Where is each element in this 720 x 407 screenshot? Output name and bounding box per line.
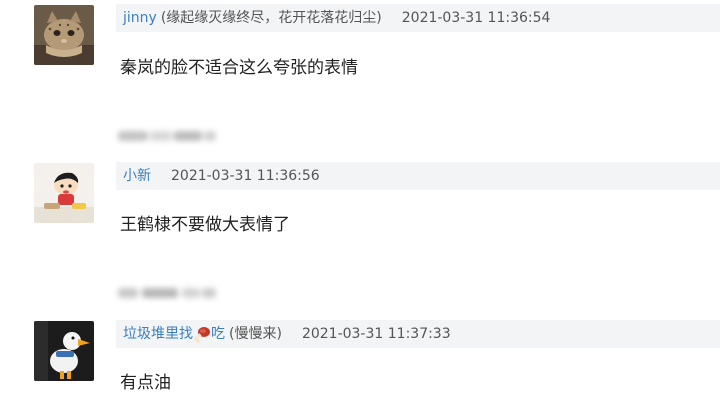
blurred-text — [118, 127, 218, 145]
comment-content: 秦岚的脸不适合这么夸张的表情 — [120, 58, 358, 78]
cartoon-boy-avatar-icon[interactable] — [34, 163, 94, 223]
duck-toy-avatar-icon[interactable] — [34, 321, 94, 381]
timestamp: 2021-03-31 11:36:54 — [401, 10, 551, 26]
comment-list: jinny (缘起缘灭缘终尽，花开花落花归尘) 2021-03-31 11:36… — [0, 0, 720, 407]
username-suffix: 吃 — [211, 326, 225, 342]
comment-content: 有点油 — [120, 373, 171, 393]
username-link[interactable]: jinny — [123, 4, 157, 32]
username-link[interactable]: 垃圾堆里找 吃 — [123, 320, 225, 348]
drumstick-icon — [194, 327, 210, 343]
user-note: (慢慢来) — [229, 326, 282, 342]
username-link[interactable]: 小新 — [123, 162, 151, 190]
timestamp: 2021-03-31 11:37:33 — [301, 326, 451, 342]
comment-meta: 小新 2021-03-31 11:36:56 — [116, 162, 720, 190]
user-note: (缘起缘灭缘终尽，花开花落花归尘) — [160, 10, 382, 26]
comment-content: 王鹤棣不要做大表情了 — [120, 215, 290, 235]
username-prefix: 垃圾堆里找 — [123, 326, 193, 342]
comment-meta: jinny (缘起缘灭缘终尽，花开花落花归尘) 2021-03-31 11:36… — [116, 4, 720, 32]
timestamp: 2021-03-31 11:36:56 — [171, 168, 320, 184]
blurred-text — [118, 284, 218, 302]
cat-avatar-icon[interactable] — [34, 5, 94, 65]
comment-meta: 垃圾堆里找 吃 (慢慢来) 2021-03-31 11:37:33 — [116, 320, 720, 348]
